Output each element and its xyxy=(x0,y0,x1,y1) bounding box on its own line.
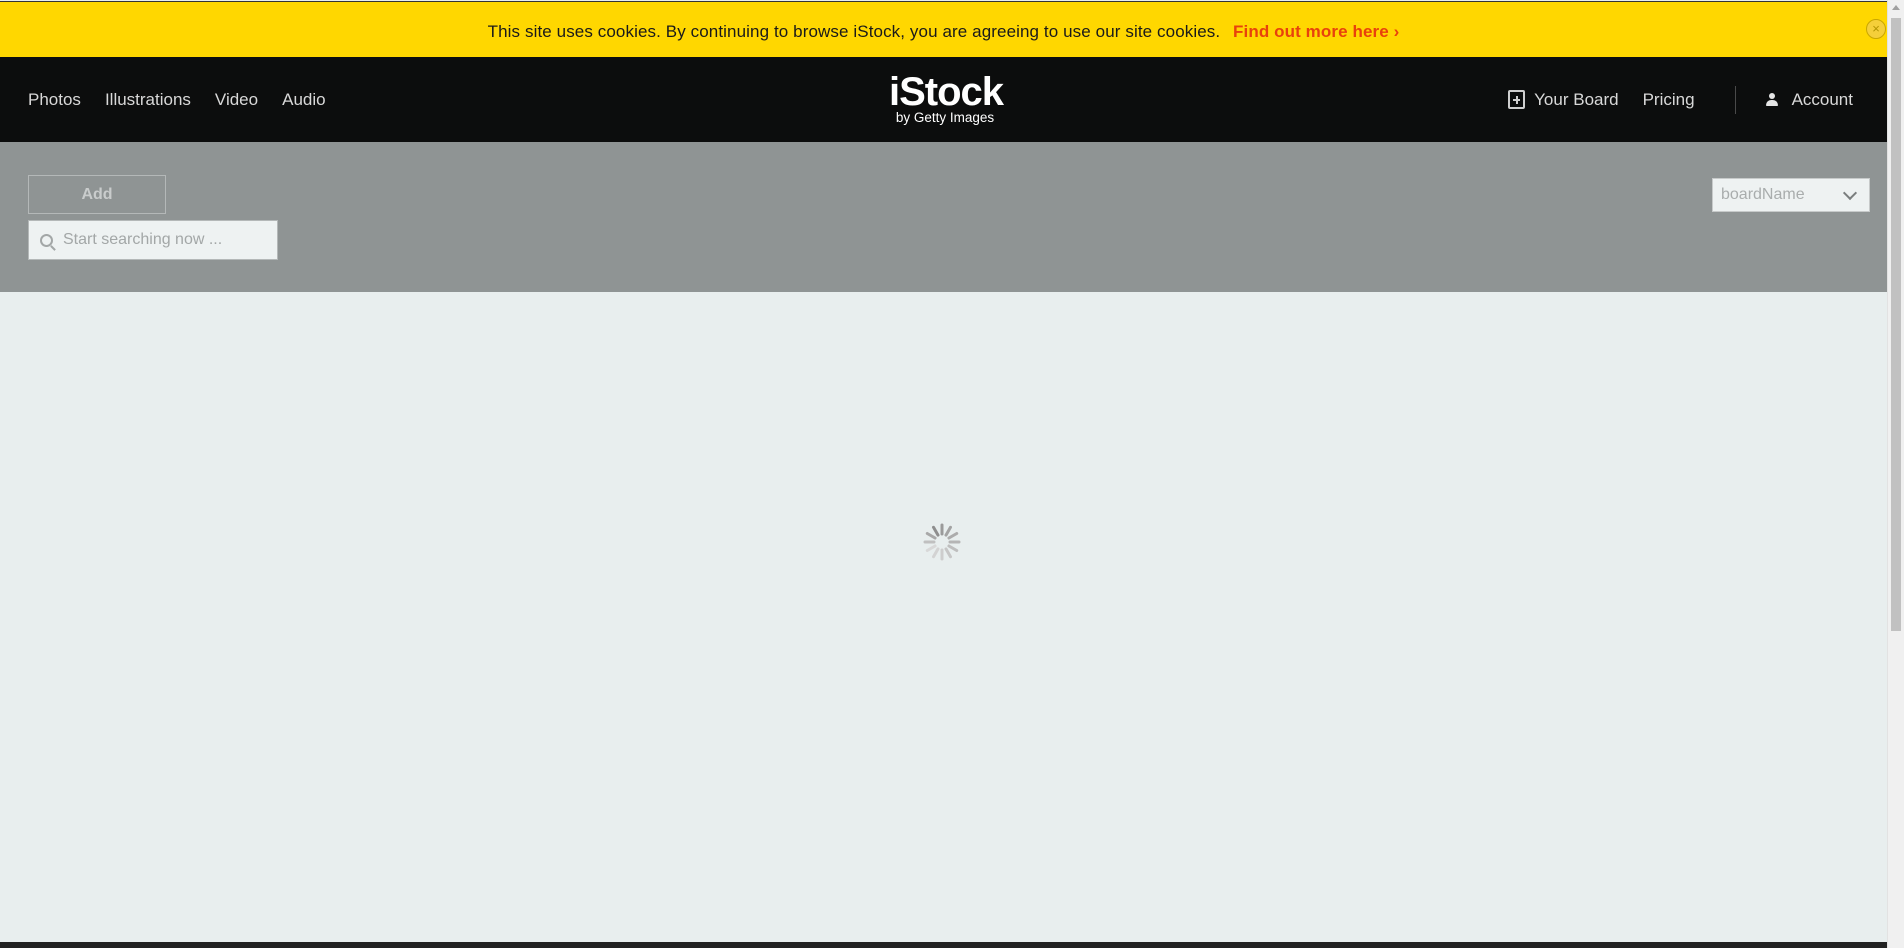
search-icon xyxy=(40,233,53,247)
your-board-link[interactable]: Your Board xyxy=(1508,89,1619,110)
board-select-value: boardName xyxy=(1721,186,1805,203)
account-label: Account xyxy=(1791,89,1853,109)
scroll-up-icon[interactable] xyxy=(1892,5,1900,10)
cookie-message-row: This site uses cookies. By continuing to… xyxy=(0,22,1887,42)
add-button[interactable]: Add xyxy=(28,175,166,214)
logo-subtitle: by Getty Images xyxy=(895,110,995,125)
account-link[interactable]: Account xyxy=(1765,89,1853,110)
user-icon xyxy=(1765,92,1778,107)
board-add-icon xyxy=(1508,90,1526,109)
nav-photos[interactable]: Photos xyxy=(28,90,81,110)
scroll-thumb[interactable] xyxy=(1891,18,1901,631)
board-select[interactable]: boardName xyxy=(1712,178,1870,212)
vertical-scrollbar[interactable] xyxy=(1887,0,1904,948)
page: This site uses cookies. By continuing to… xyxy=(0,0,1887,948)
loading-spinner-icon xyxy=(923,523,961,561)
bottom-edge xyxy=(0,942,1887,948)
nav-audio[interactable]: Audio xyxy=(282,90,325,110)
cookie-message: This site uses cookies. By continuing to… xyxy=(487,22,1221,41)
nav-divider xyxy=(1734,85,1736,114)
cookie-more-link[interactable]: Find out more here › xyxy=(1233,22,1399,41)
chevron-down-icon xyxy=(1842,185,1858,200)
user-nav: Your Board Pricing Account xyxy=(1508,57,1853,142)
logo-wordmark: iStock xyxy=(889,70,1004,114)
your-board-label: Your Board xyxy=(1534,89,1619,109)
board-toolbar: Add boardName xyxy=(0,142,1887,292)
search-input[interactable] xyxy=(61,230,265,250)
search-box[interactable] xyxy=(28,220,278,260)
nav-illustrations[interactable]: Illustrations xyxy=(105,90,191,110)
cookie-banner: This site uses cookies. By continuing to… xyxy=(0,1,1887,58)
nav-video[interactable]: Video xyxy=(215,90,258,110)
site-header: Photos Illustrations Video Audio iStock … xyxy=(0,57,1887,142)
pricing-link[interactable]: Pricing xyxy=(1643,90,1695,110)
close-icon[interactable]: × xyxy=(1866,19,1886,39)
istock-logo[interactable]: iStock by Getty Images xyxy=(889,70,1004,125)
main-nav: Photos Illustrations Video Audio xyxy=(28,57,350,142)
